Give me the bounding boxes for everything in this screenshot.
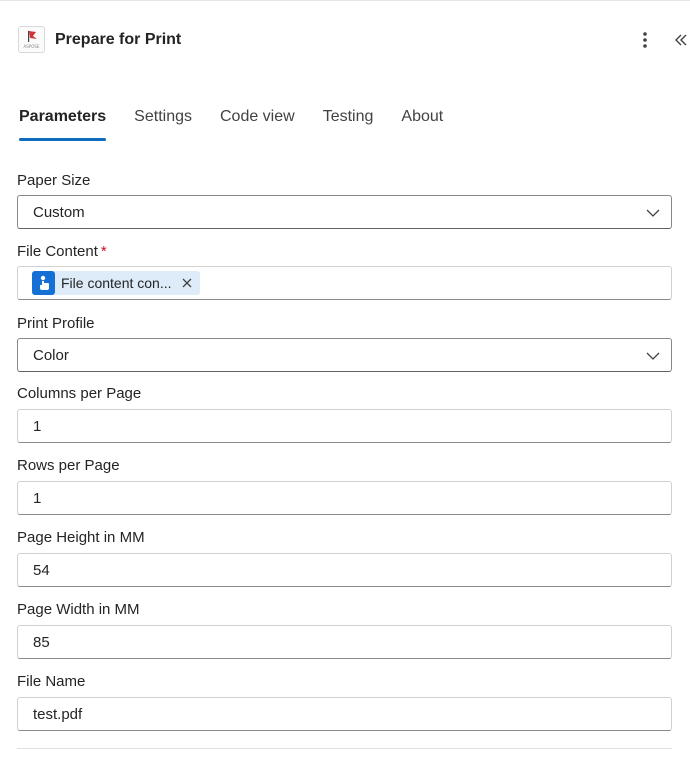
print-profile-label: Print Profile [17,315,95,332]
chevron-down-icon [646,352,660,360]
page-height-label: Page Height in MM [17,529,145,546]
app-logo: ASPOSE [18,26,45,53]
paper-size-value: Custom [33,203,85,221]
file-content-token[interactable]: File content con... [32,271,200,295]
paper-size-dropdown[interactable]: Custom [17,195,672,229]
print-profile-dropdown[interactable]: Color [17,338,672,372]
page-title: Prepare for Print [55,31,182,48]
chevron-down-icon [646,209,660,217]
close-icon[interactable] [182,278,192,288]
file-name-field[interactable] [17,697,672,731]
required-indicator: * [100,243,107,260]
page-width-input[interactable] [33,633,671,651]
paper-size-label: Paper Size [17,172,91,189]
rows-per-page-field[interactable] [17,481,672,515]
file-content-label-text: File Content [17,243,98,260]
tab-code-view[interactable]: Code view [220,105,295,141]
collapse-panel-button[interactable] [672,27,690,53]
columns-per-page-field[interactable] [17,409,672,443]
page-width-label: Page Width in MM [17,601,140,618]
page-width-field[interactable] [17,625,672,659]
print-profile-value: Color [33,346,69,364]
action-panel: ASPOSE Prepare for Print Parameters Sett… [0,0,690,766]
tab-list: Parameters Settings Code view Testing Ab… [19,105,471,141]
section-divider [17,748,672,749]
more-options-button[interactable] [634,27,656,53]
tab-about[interactable]: About [401,105,443,141]
columns-per-page-input[interactable] [33,417,671,435]
connector-icon [39,275,49,290]
app-logo-icon [28,31,37,42]
file-content-input[interactable]: File content con... [17,266,672,300]
file-name-label: File Name [17,673,86,690]
token-label: File content con... [61,275,172,291]
tab-settings[interactable]: Settings [134,105,192,141]
app-logo-text: ASPOSE [23,44,40,49]
tab-testing[interactable]: Testing [323,105,374,141]
tab-parameters[interactable]: Parameters [19,105,107,141]
columns-per-page-label: Columns per Page [17,385,142,402]
rows-per-page-input[interactable] [33,489,671,507]
panel-header: ASPOSE Prepare for Print [0,1,690,79]
page-height-field[interactable] [17,553,672,587]
token-icon-box [32,271,55,295]
more-vertical-icon [643,32,647,48]
file-content-label: File Content * [17,243,107,260]
file-name-input[interactable] [33,705,671,723]
page-height-input[interactable] [33,561,671,579]
double-chevron-left-icon [675,34,687,46]
rows-per-page-label: Rows per Page [17,457,120,474]
